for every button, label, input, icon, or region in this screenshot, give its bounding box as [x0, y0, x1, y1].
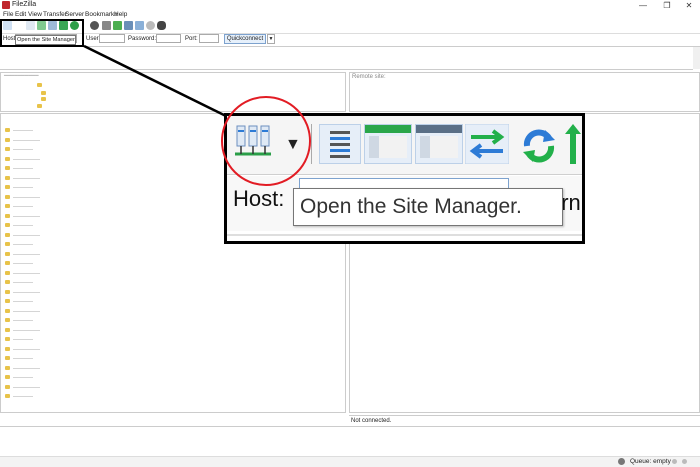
process-queue-icon[interactable] — [565, 124, 581, 166]
refresh-icon[interactable] — [519, 126, 559, 166]
highlight-circle — [221, 96, 311, 186]
transfer-queue-icon[interactable] — [465, 124, 509, 164]
remote-tree-icon[interactable] — [415, 124, 463, 164]
toolbar-separator — [311, 124, 312, 164]
message-log-icon[interactable] — [319, 124, 361, 164]
zoom-divider — [227, 234, 582, 236]
local-tree-icon[interactable] — [364, 124, 412, 164]
zoom-host-label: Host: — [233, 186, 285, 211]
site-manager-tooltip: Open the Site Manager. — [293, 188, 563, 226]
